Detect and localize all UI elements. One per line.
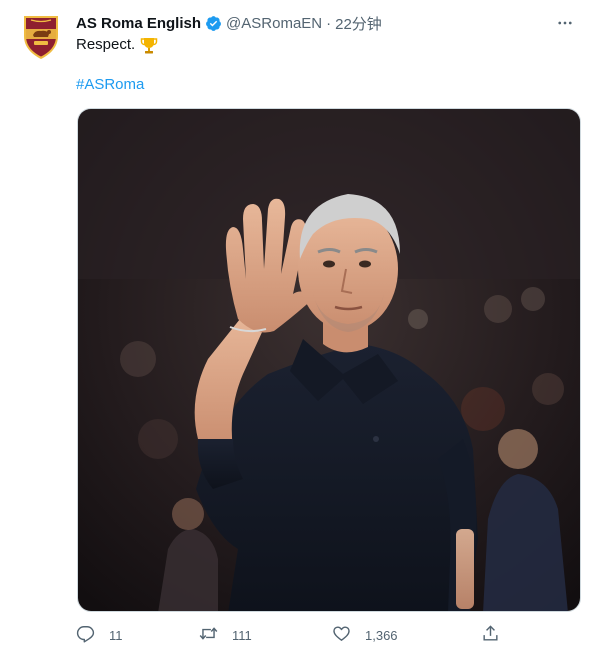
share-button[interactable]: [481, 622, 500, 648]
hashtag-link[interactable]: #ASRoma: [76, 75, 144, 95]
trophy-icon: [139, 35, 159, 55]
tweet-photo: [78, 109, 580, 611]
more-options-icon[interactable]: [553, 12, 577, 34]
tweet-header: AS Roma English @ASRomaEN · 22分钟: [76, 12, 577, 34]
like-button[interactable]: 1,366: [332, 622, 398, 648]
tweet-timestamp[interactable]: 22分钟: [335, 13, 382, 34]
separator-dot: ·: [326, 14, 332, 32]
heart-icon: [332, 624, 351, 646]
retweet-button[interactable]: 111: [199, 622, 252, 648]
reply-count: 11: [109, 627, 123, 643]
retweet-icon: [199, 624, 218, 646]
retweet-count: 111: [232, 627, 252, 643]
like-count: 1,366: [365, 627, 398, 643]
tweet-text: Respect.: [76, 35, 159, 55]
verified-badge-icon: [205, 15, 222, 32]
as-roma-crest-logo: [24, 16, 58, 59]
avatar[interactable]: [21, 12, 61, 60]
tweet-body: Respect.: [76, 36, 136, 53]
reply-icon: [76, 624, 95, 646]
tweet-media[interactable]: [77, 108, 581, 612]
tweet-actions: 11 111 1,366: [76, 622, 506, 648]
author-handle[interactable]: @ASRomaEN: [226, 15, 322, 32]
author-name[interactable]: AS Roma English: [76, 15, 201, 32]
reply-button[interactable]: 11: [76, 622, 123, 648]
tweet-card[interactable]: AS Roma English @ASRomaEN · 22分钟 Respect…: [0, 0, 597, 658]
share-icon: [481, 624, 500, 646]
